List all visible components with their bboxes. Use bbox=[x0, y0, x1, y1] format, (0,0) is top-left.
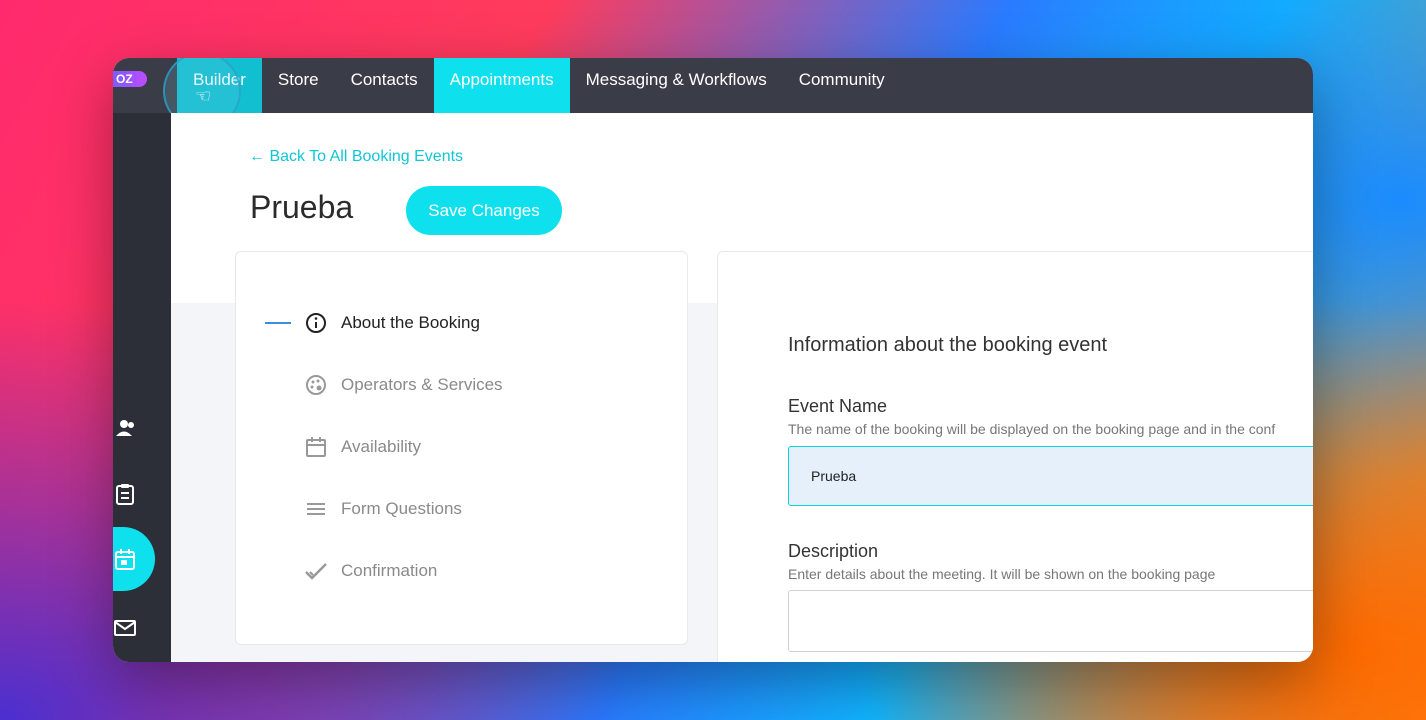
nav-contacts[interactable]: Contacts bbox=[335, 58, 434, 113]
nav-community[interactable]: Community bbox=[783, 58, 901, 113]
calendar-icon[interactable] bbox=[113, 547, 139, 573]
checkmark-icon bbox=[305, 563, 327, 580]
nav-appointments[interactable]: Appointments bbox=[433, 58, 570, 113]
main-nav: Builder Store Contacts Appointments Mess… bbox=[177, 58, 901, 113]
description-input[interactable] bbox=[788, 590, 1313, 652]
event-name-input[interactable]: Prueba bbox=[788, 446, 1313, 506]
step-label: Operators & Services bbox=[341, 375, 503, 394]
palette-icon bbox=[306, 375, 326, 395]
list-icon bbox=[307, 503, 325, 515]
booking-steps-card: About the Booking Operators & Services A… bbox=[235, 251, 688, 645]
top-navigation-bar: OZ Builder Store Contacts Appointments M… bbox=[113, 58, 1313, 130]
booking-info-card: Information about the booking event Even… bbox=[717, 251, 1313, 662]
event-name-help-text: The name of the booking will be displaye… bbox=[788, 421, 1276, 437]
calendar-icon bbox=[306, 437, 326, 457]
main-content: ← Back To All Booking Events Prueba Save… bbox=[171, 113, 1313, 662]
info-icon bbox=[306, 313, 326, 333]
description-label: Description bbox=[788, 541, 879, 561]
clipboard-icon[interactable] bbox=[113, 481, 139, 507]
contacts-icon[interactable] bbox=[113, 415, 139, 441]
mail-icon[interactable] bbox=[113, 615, 139, 641]
page-title: Prueba bbox=[250, 189, 354, 225]
app-logo[interactable]: OZ bbox=[113, 71, 147, 87]
nav-store[interactable]: Store bbox=[262, 58, 335, 113]
pointer-hand-icon: ☜ bbox=[195, 86, 212, 106]
step-label: Form Questions bbox=[341, 499, 462, 518]
save-changes-button[interactable]: Save Changes bbox=[406, 186, 562, 235]
active-step-indicator bbox=[265, 322, 291, 324]
description-help-text: Enter details about the meeting. It will… bbox=[788, 566, 1216, 582]
nav-builder[interactable]: Builder bbox=[177, 58, 262, 113]
step-label: Confirmation bbox=[341, 561, 438, 580]
event-name-label: Event Name bbox=[788, 396, 888, 416]
step-label: About the Booking bbox=[341, 313, 480, 332]
nav-messaging-workflows[interactable]: Messaging & Workflows bbox=[570, 58, 783, 113]
back-to-booking-events-link[interactable]: ← Back To All Booking Events bbox=[249, 148, 463, 166]
left-sidebar bbox=[113, 113, 171, 662]
section-heading: Information about the booking event bbox=[788, 334, 1108, 356]
app-window: OZ Builder Store Contacts Appointments M… bbox=[113, 58, 1313, 662]
step-label: Availability bbox=[341, 437, 422, 456]
